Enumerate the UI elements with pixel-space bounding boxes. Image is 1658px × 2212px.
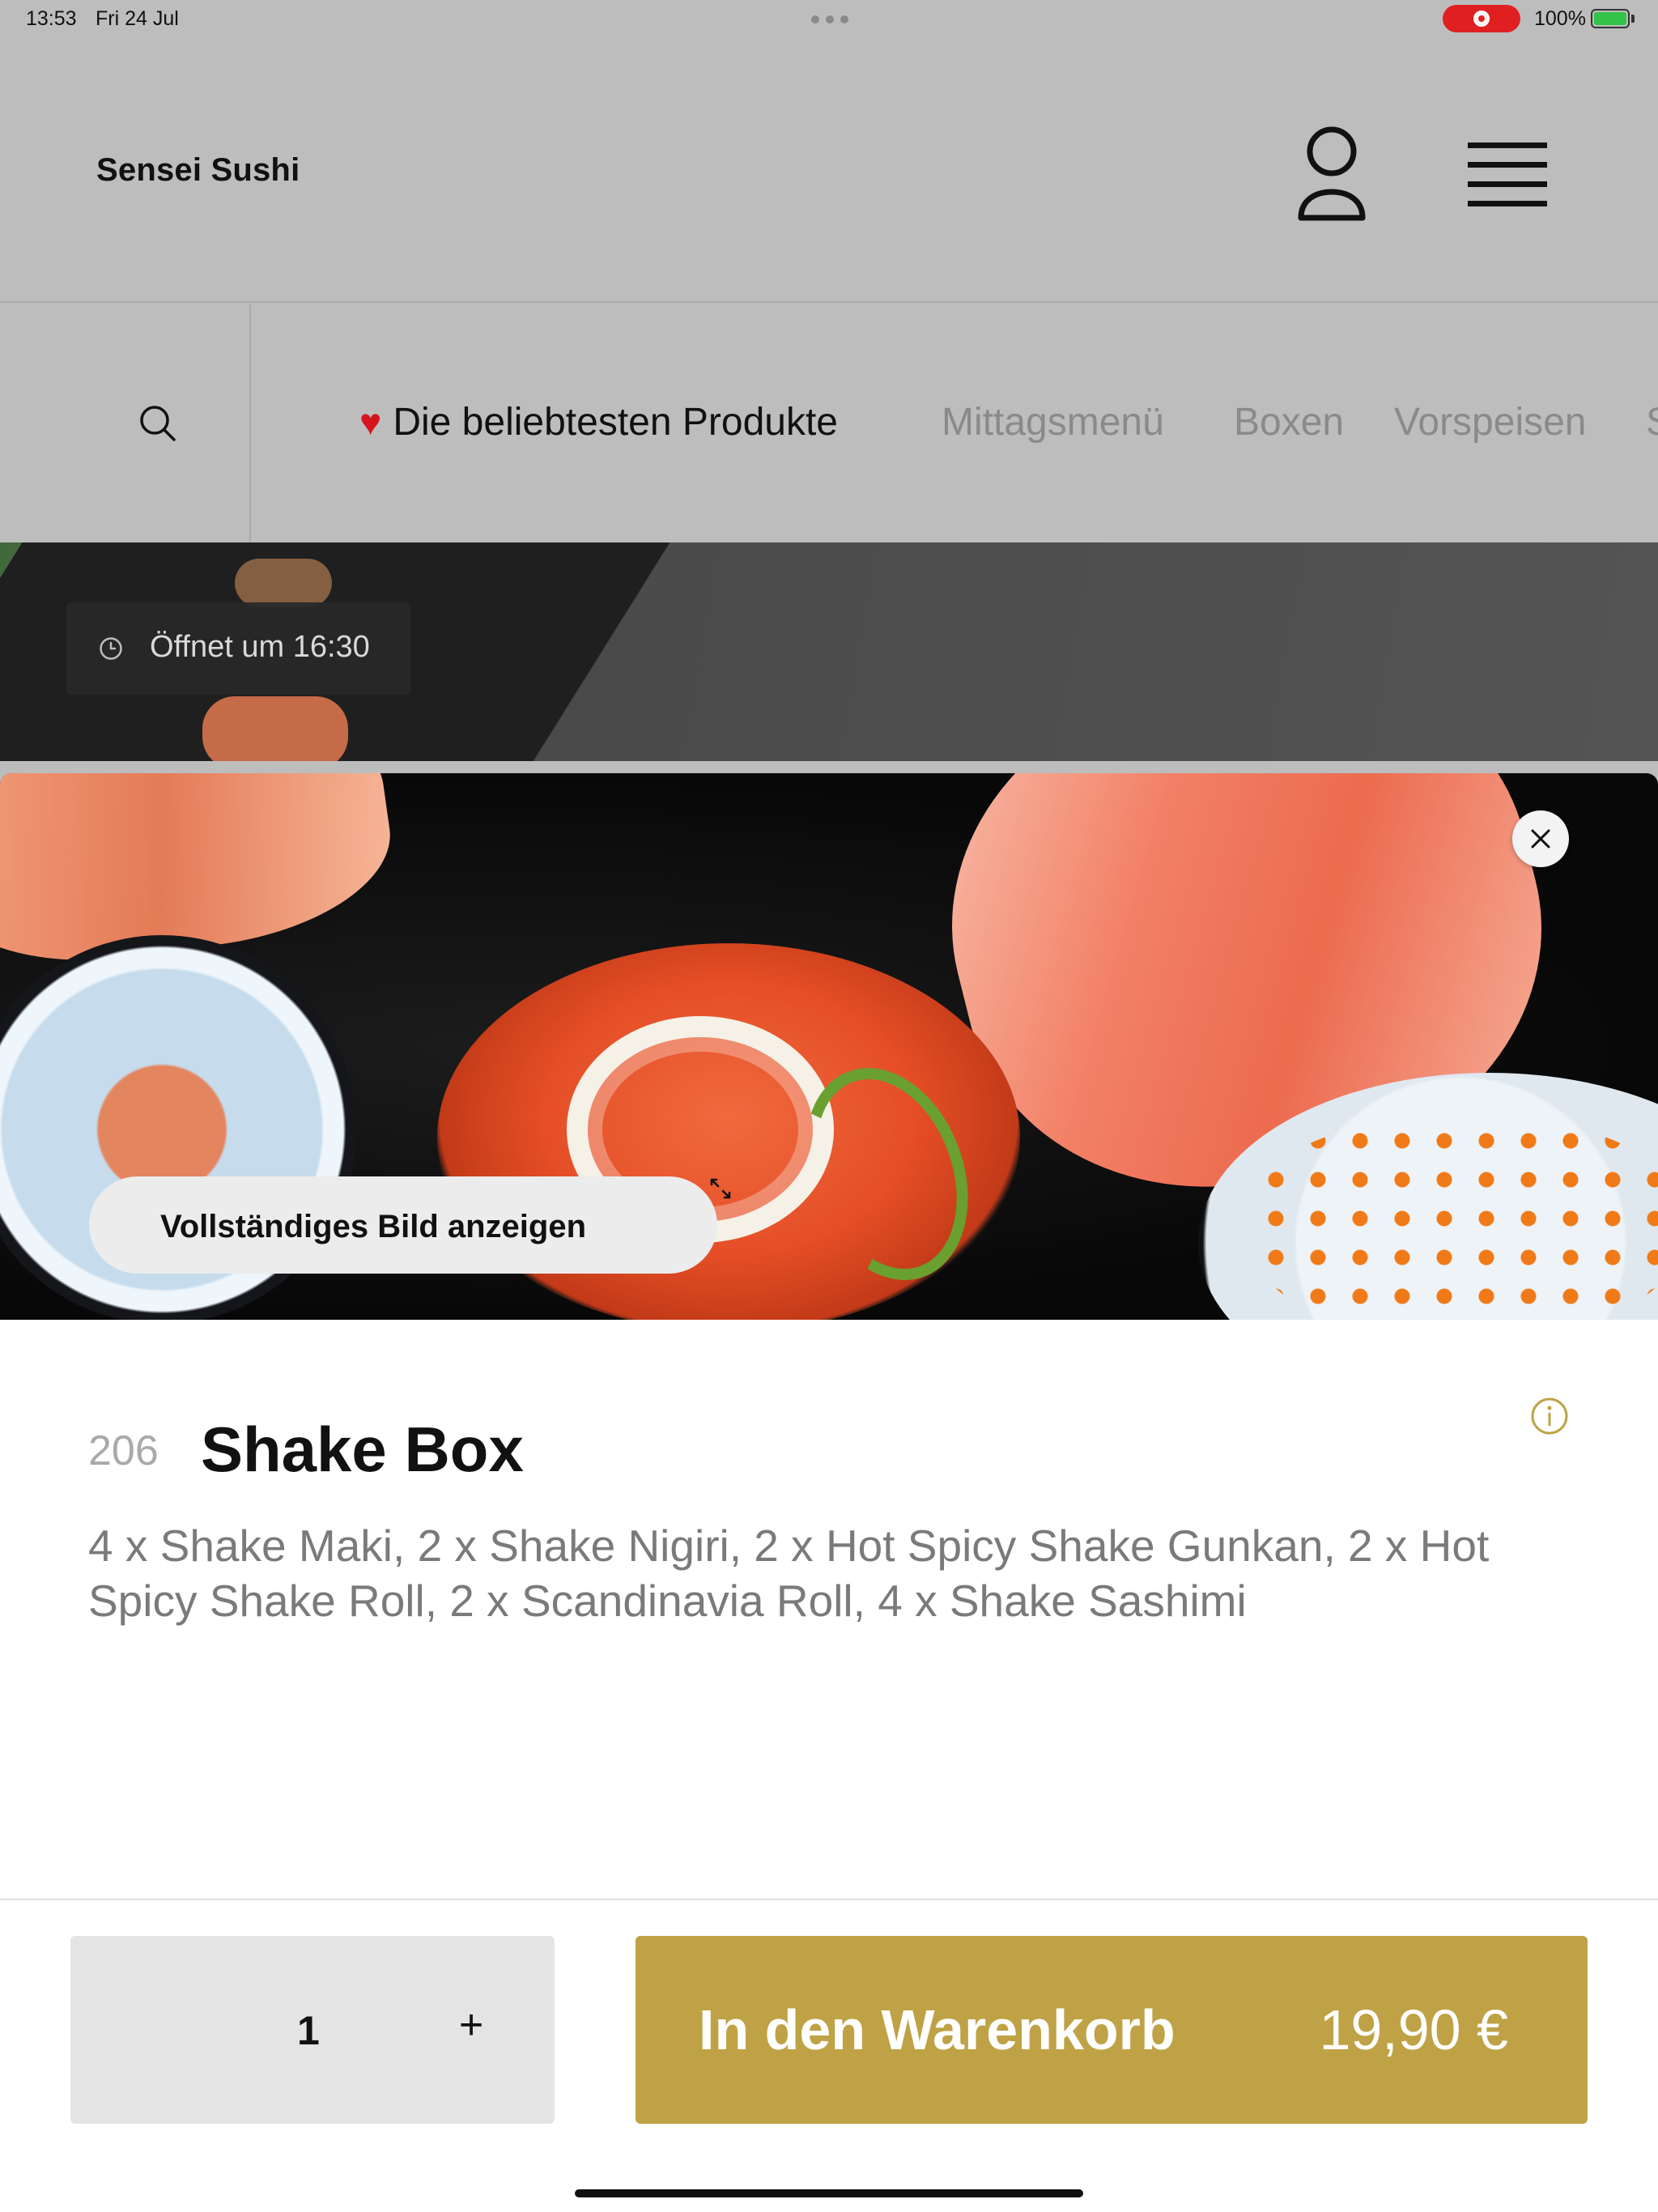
close-button[interactable] [1512, 810, 1569, 867]
product-title: Shake Box [201, 1414, 524, 1485]
show-full-image-button[interactable]: Vollständiges Bild anzeigen [89, 1176, 731, 1274]
category-nav: ♥ Die beliebtesten Produkte Mittagsmenü B… [0, 304, 1658, 542]
menu-button[interactable] [1461, 134, 1554, 215]
restaurant-banner: Öffnet um 16:30 [0, 542, 1658, 761]
add-to-cart-button[interactable]: In den Warenkorb 19,90 € [636, 1936, 1588, 2124]
info-icon [1531, 1397, 1568, 1435]
expand-icon [710, 1178, 731, 1199]
show-full-image-label: Vollständiges Bild anzeigen [160, 1209, 587, 1244]
product-detail-sheet: Vollständiges Bild anzeigen 206 Shake Bo… [0, 773, 1658, 2212]
clock-icon [100, 637, 122, 660]
search-icon [140, 406, 176, 441]
add-to-cart-label: In den Warenkorb [699, 1998, 1175, 2061]
close-icon [1531, 829, 1550, 849]
status-time: 13:53 [26, 7, 77, 30]
screen-recording-icon[interactable] [1443, 5, 1520, 32]
product-image[interactable]: Vollständiges Bild anzeigen [0, 773, 1658, 1320]
quantity-stepper: 1 + [70, 1936, 555, 2124]
battery-icon [1591, 9, 1630, 28]
divider [0, 1899, 1658, 1900]
search-button[interactable] [0, 304, 251, 542]
tab-starters[interactable]: Vorspeisen [1394, 400, 1587, 445]
user-icon [1298, 126, 1366, 221]
site-header: Sensei Sushi [0, 39, 1658, 303]
product-description: 4 x Shake Maki, 2 x Shake Nigiri, 2 x Ho… [88, 1521, 1490, 1626]
hamburger-menu-icon [1468, 143, 1547, 148]
status-bar: 13:53 Fri 24 Jul 100% [0, 0, 1658, 39]
quantity-value: 1 [297, 2008, 320, 2053]
account-button[interactable] [1283, 122, 1380, 228]
battery-percent: 100% [1534, 7, 1586, 30]
home-indicator[interactable] [575, 2189, 1083, 2197]
opening-hours-text: Öffnet um 16:30 [150, 630, 370, 664]
brand-name[interactable]: Sensei Sushi [96, 152, 300, 189]
product-number: 206 [88, 1427, 159, 1474]
product-info-button[interactable] [1529, 1396, 1570, 1436]
product-price: 19,90 € [1319, 1998, 1508, 2061]
tab-popular-products[interactable]: ♥ Die beliebtesten Produkte [359, 400, 838, 445]
tab-boxes[interactable]: Boxen [1234, 400, 1344, 445]
multitasking-dots-icon[interactable] [811, 15, 848, 23]
opening-hours-badge: Öffnet um 16:30 [66, 602, 410, 695]
tab-next-category[interactable]: S [1646, 400, 1658, 445]
heart-icon: ♥ [359, 401, 382, 443]
tab-lunch-menu[interactable]: Mittagsmenü [942, 400, 1164, 445]
status-date: Fri 24 Jul [96, 7, 179, 30]
increase-quantity-button[interactable]: + [447, 2001, 495, 2049]
